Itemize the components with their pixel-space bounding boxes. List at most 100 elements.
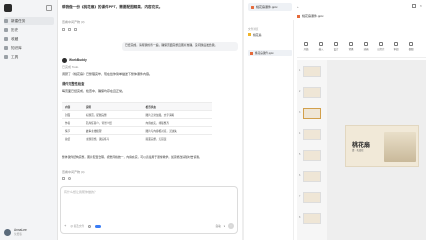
sidebar-item-tools[interactable]: 工具 xyxy=(4,53,54,61)
toolbar-button[interactable]: 审阅 xyxy=(390,42,402,56)
wrench-icon xyxy=(4,55,8,59)
check-table: 内容 说明 检查状态 封面 标题页，配图完整 图片正常加载，文字清晰 作者 孔尚… xyxy=(62,102,212,143)
user-plan: 免费版 xyxy=(14,232,22,236)
user-message-text: 已经完成，请帮我检查一遍，确保页面完整且图片准确，没问题后发给我。 xyxy=(125,43,218,47)
model-icon[interactable] xyxy=(95,224,102,228)
table-header: 内容 xyxy=(62,102,83,111)
sidebar-toggle-icon[interactable] xyxy=(46,5,52,11)
tool-icon xyxy=(409,42,413,46)
toolbar-button[interactable]: 设计 xyxy=(330,42,342,56)
nav-item-label: 桃花扇课件.pptx xyxy=(255,52,274,55)
ppt-icon xyxy=(297,14,300,18)
avatar xyxy=(4,229,11,236)
table-cell: 主题思想，课后练习 xyxy=(82,134,143,143)
send-button[interactable]: ↑ xyxy=(228,223,234,229)
table-row: 总结 主题思想，课后练习 版面完整，无错误 xyxy=(62,134,212,143)
toolbar-button[interactable]: 幻灯片 xyxy=(375,42,387,56)
slide-thumbnail[interactable] xyxy=(303,171,321,182)
slide-thumbnail[interactable] xyxy=(303,108,321,119)
table-row: 情节 故事主线梳理 图片与内容相对应，无缺失 xyxy=(62,126,212,135)
sidebar-item-label: 新建任务 xyxy=(11,18,26,23)
table-cell: 图片与内容相对应，无缺失 xyxy=(142,126,212,135)
slide-thumbnail[interactable] xyxy=(303,213,321,224)
table-row: 作者 孔尚任简介，背景介绍 内容充实，排版整齐 xyxy=(62,118,212,127)
agent-summary: 整体课件结构完整，图片配置合理，视觉风格统一，内容充实，可以直接用于课堂教学。如… xyxy=(62,155,238,160)
toolbar-button[interactable]: 动画 xyxy=(360,42,372,56)
refresh-icon[interactable] xyxy=(68,177,71,180)
window-controls: × xyxy=(411,4,422,8)
toolbar-button[interactable]: 切换 xyxy=(345,42,357,56)
slide-thumbnail[interactable] xyxy=(303,66,321,77)
slide-number: 5 xyxy=(299,153,301,156)
sidebar-item-history[interactable]: 历史 xyxy=(4,26,54,34)
table-cell: 图片正常加载，文字清晰 xyxy=(142,110,212,119)
ppt-icon xyxy=(250,51,253,55)
close-icon[interactable]: × xyxy=(420,4,422,8)
slide-number: 8 xyxy=(299,216,301,219)
slide-thumbnail[interactable] xyxy=(303,129,321,140)
nav-folder[interactable]: 桃花扇 xyxy=(248,33,261,37)
table-cell: 故事主线梳理 xyxy=(82,126,143,135)
slide-number: 4 xyxy=(299,132,301,135)
table-cell: 封面 xyxy=(62,110,83,119)
thumbs-down-icon[interactable] xyxy=(74,28,77,31)
chevron-down-icon[interactable]: ▾ xyxy=(224,225,225,228)
agent-status[interactable]: 已完成 Todo xyxy=(62,65,78,69)
copy-icon[interactable] xyxy=(62,177,65,180)
user-profile[interactable]: AnnaLee 免费版 xyxy=(4,228,54,237)
slide-thumbnail[interactable] xyxy=(303,87,321,98)
tab-file[interactable]: 桃花扇课件.pptx xyxy=(248,3,292,11)
user-message-bubble: 已经完成，请帮我检查一遍，确保页面完整且图片准确，没问题后发给我。 xyxy=(122,42,238,51)
table-cell: 标题页，配图完整 xyxy=(82,110,143,119)
sidebar-item-label: 知识库 xyxy=(11,45,22,50)
slide-number: 3 xyxy=(299,111,301,114)
agent-name: WorkBuddy xyxy=(69,58,87,62)
attachment-icon[interactable] xyxy=(88,224,92,228)
slide-number: 2 xyxy=(299,90,301,93)
toolbar-button[interactable]: 视图 xyxy=(405,42,417,56)
chat-input-box[interactable]: 有什么想让我帮你做的？ + @ 提及文件 自动 ▾ ↑ xyxy=(60,186,238,234)
table-row: 封面 标题页，配图完整 图片正常加载，文字清晰 xyxy=(62,110,212,119)
expand-icon[interactable] xyxy=(411,4,416,8)
toolbar-label: 插入 xyxy=(318,48,324,51)
toolbar-label: 切换 xyxy=(348,48,354,51)
slide-thumbnail[interactable] xyxy=(303,150,321,161)
mode-select[interactable]: 自动 xyxy=(216,224,221,228)
table-cell: 总结 xyxy=(62,134,83,143)
toolbar-button[interactable]: 开始 xyxy=(300,42,312,56)
nav-file[interactable]: 桃花扇课件.pptx xyxy=(248,50,292,56)
sidebar-item-favorites[interactable]: 收藏 xyxy=(4,35,54,43)
toolbar-label: 开始 xyxy=(303,48,309,51)
nav-label: 文件浏览 xyxy=(248,28,259,31)
toolbar-button[interactable]: 插入 xyxy=(315,42,327,56)
slide-number: 7 xyxy=(299,195,301,198)
table-cell: 孔尚任简介，背景介绍 xyxy=(82,118,143,127)
plus-icon[interactable]: + xyxy=(64,224,66,228)
sidebar-item-new-task[interactable]: 新建任务 xyxy=(4,17,54,25)
slide-number: 6 xyxy=(299,174,301,177)
tool-icon xyxy=(364,42,368,46)
thumbs-up-icon[interactable] xyxy=(68,28,71,31)
summary-text: 整体课件结构完整，图片配置合理，视觉风格统一，内容充实，可以直接用于课堂教学。如… xyxy=(62,155,202,159)
clock-icon xyxy=(4,28,8,32)
table-header: 检查状态 xyxy=(142,102,212,111)
tab-add[interactable]: + xyxy=(294,3,302,11)
sidebar-item-knowledge[interactable]: 知识库 xyxy=(4,44,54,52)
copy-icon[interactable] xyxy=(62,28,65,31)
chat-title: 帮我做一份《桃花扇》的课件PPT，需要配图精美，内容充实。 xyxy=(62,5,163,9)
toolbar-label: 视图 xyxy=(408,48,414,51)
intermediate-products-link-2[interactable]: 查看中间产物 (4) xyxy=(62,170,85,174)
toolbar-label: 动画 xyxy=(363,48,369,51)
tab-add-label: + xyxy=(297,5,299,9)
mention-hint[interactable]: @ 提及文件 xyxy=(70,224,84,228)
intermediate-products-link[interactable]: 查看中间产物 (3) xyxy=(62,20,85,24)
toolbar-label: 设计 xyxy=(333,48,339,51)
toolbar-label: 审阅 xyxy=(393,48,399,51)
slide-thumbnail[interactable] xyxy=(303,192,321,203)
slide-subtitle: 清 · 孔尚任 xyxy=(352,149,364,152)
ppt-icon xyxy=(251,5,254,9)
main-slide[interactable]: 桃花扇 清 · 孔尚任 xyxy=(345,125,419,167)
agent-avatar xyxy=(62,58,67,63)
chat-input[interactable]: 有什么想让我帮你做的？ xyxy=(64,190,97,194)
tool-icon xyxy=(394,42,398,46)
